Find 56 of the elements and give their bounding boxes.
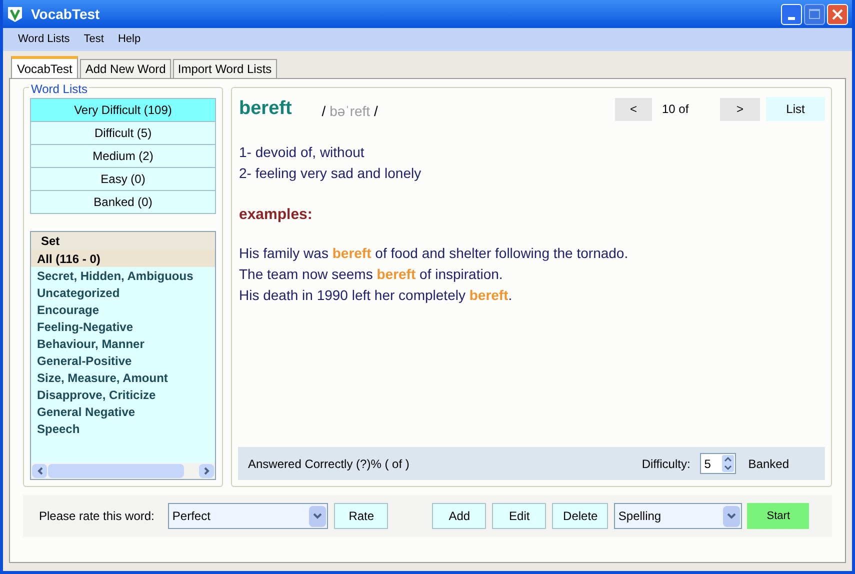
set-item[interactable]: Speech [31, 420, 215, 437]
menu-item[interactable]: Help [112, 31, 146, 48]
rating-dropdown[interactable]: Perfect [168, 503, 328, 529]
add-button[interactable]: Add [432, 503, 486, 529]
previous-button[interactable]: < [615, 98, 652, 120]
scroll-right-icon[interactable] [204, 467, 210, 475]
set-item[interactable]: Secret, Hidden, Ambiguous [31, 267, 215, 284]
next-button[interactable]: > [720, 98, 760, 120]
maximize-button[interactable] [804, 4, 825, 24]
word-list-button[interactable]: Easy (0) [30, 167, 216, 191]
tab[interactable]: Import Word Lists [172, 59, 277, 78]
close-button[interactable] [827, 4, 848, 24]
set-item[interactable]: Feeling-Negative [31, 318, 215, 335]
word-list-button[interactable]: Difficult (5) [30, 121, 216, 145]
scroll-left-icon[interactable] [36, 467, 42, 475]
example-sentence: The team now seems bereft of inspiration. [239, 264, 504, 284]
definition: 2- feeling very sad and lonely [239, 164, 422, 183]
example-sentence: His family was bereft of food and shelter following the tornado. [239, 244, 630, 263]
horizontal-scrollbar[interactable] [31, 463, 215, 479]
column-header: Set [31, 232, 215, 250]
edit-button[interactable]: Edit [492, 503, 546, 529]
word-list-button[interactable]: Banked (0) [30, 190, 216, 214]
menu-item[interactable]: Word Lists [13, 31, 75, 48]
set-item[interactable]: Size, Measure, Amount [31, 369, 215, 386]
set-item[interactable]: All (116 - 0) [31, 250, 215, 267]
word-list-button[interactable]: Medium (2) [30, 144, 216, 168]
set-item[interactable]: General-Positive [31, 352, 215, 369]
word-list-button[interactable]: Very Difficult (109) [30, 98, 216, 122]
banked-label: Banked [748, 456, 789, 472]
difficulty-label: Difficulty: [642, 456, 690, 472]
close-icon [832, 8, 843, 20]
word-term: bereft [239, 96, 292, 121]
example-sentence: His death in 1990 left her completely bereft. [239, 286, 514, 305]
pronunciation: / bəˈreft / [322, 102, 378, 120]
set-item[interactable]: General Negative [31, 403, 215, 420]
app-logo-icon [7, 6, 23, 22]
rate-button[interactable]: Rate [334, 503, 388, 529]
definition: 1- devoid of, without [239, 143, 366, 162]
set-item[interactable]: Encourage [31, 301, 215, 318]
set-item[interactable]: Disapprove, Criticize [31, 386, 215, 403]
minimize-button[interactable] [781, 4, 802, 24]
position-label: 10 of [661, 101, 690, 118]
list-button[interactable]: List [766, 97, 825, 121]
examples-label: examples: [238, 205, 314, 225]
answered-correctly-label: Answered Correctly (?)% ( of ) [248, 456, 410, 472]
set-item[interactable]: Behaviour, Manner [31, 335, 215, 352]
tab[interactable]: Add New Word [80, 59, 171, 78]
window-title: VocabTest [31, 4, 100, 24]
set-item[interactable]: Uncategorized [31, 284, 215, 301]
delete-button[interactable]: Delete [552, 503, 608, 529]
difficulty-spinner[interactable]: 5 [700, 453, 736, 474]
rate-label: Please rate this word: [39, 508, 154, 525]
tab[interactable]: VocabTest [11, 56, 78, 78]
start-button[interactable]: Start [747, 503, 810, 529]
mode-dropdown[interactable]: Spelling [614, 503, 742, 529]
menu-item[interactable]: Test [78, 31, 109, 48]
